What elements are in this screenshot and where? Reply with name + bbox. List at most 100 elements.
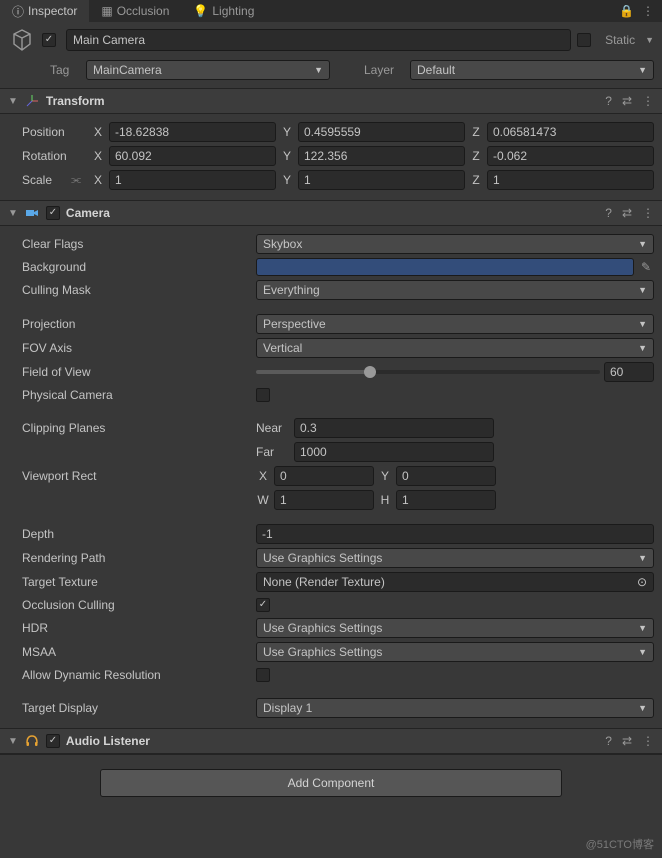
help-icon[interactable]: ?: [605, 734, 612, 748]
static-dropdown[interactable]: ▼: [645, 35, 654, 45]
clear-flags-value: Skybox: [263, 237, 302, 251]
vp-h-input[interactable]: [396, 490, 496, 510]
active-checkbox[interactable]: [42, 33, 56, 47]
culling-mask-label: Culling Mask: [8, 283, 256, 297]
axis-y: Y: [280, 173, 294, 187]
tab-occlusion[interactable]: ▦ Occlusion: [89, 0, 181, 22]
static-checkbox[interactable]: [577, 33, 591, 47]
foldout-icon[interactable]: ▼: [8, 96, 18, 107]
kebab-menu-icon[interactable]: ⋮: [642, 734, 654, 748]
eyedropper-icon[interactable]: ✎: [638, 260, 654, 274]
scale-x-input[interactable]: [109, 170, 276, 190]
msaa-dropdown[interactable]: Use Graphics Settings▼: [256, 642, 654, 662]
fov-slider[interactable]: [256, 370, 600, 374]
slider-thumb-icon[interactable]: [364, 366, 376, 378]
rotation-z-input[interactable]: [487, 146, 654, 166]
physical-camera-checkbox[interactable]: [256, 388, 270, 402]
rendering-path-dropdown[interactable]: Use Graphics Settings▼: [256, 548, 654, 568]
target-texture-field[interactable]: None (Render Texture)⊙: [256, 572, 654, 592]
foldout-icon[interactable]: ▼: [8, 208, 18, 219]
rendering-path-value: Use Graphics Settings: [263, 551, 382, 565]
near-label: Near: [256, 421, 290, 435]
hdr-dropdown[interactable]: Use Graphics Settings▼: [256, 618, 654, 638]
camera-enabled-checkbox[interactable]: [46, 206, 60, 220]
occlusion-icon: ▦: [101, 4, 112, 18]
vp-w-input[interactable]: [274, 490, 374, 510]
scale-y-input[interactable]: [298, 170, 465, 190]
headphones-icon: [24, 733, 40, 749]
rotation-y-input[interactable]: [298, 146, 465, 166]
help-icon[interactable]: ?: [605, 206, 612, 220]
vp-y-input[interactable]: [396, 466, 496, 486]
dynamic-resolution-checkbox[interactable]: [256, 668, 270, 682]
background-color-field[interactable]: [256, 258, 634, 276]
position-y-input[interactable]: [298, 122, 465, 142]
camera-body: Clear Flags Skybox▼ Background ✎ Culling…: [0, 226, 662, 728]
fov-axis-dropdown[interactable]: Vertical▼: [256, 338, 654, 358]
background-label: Background: [8, 260, 256, 274]
foldout-icon[interactable]: ▼: [8, 736, 18, 747]
rotation-x-input[interactable]: [109, 146, 276, 166]
culling-mask-dropdown[interactable]: Everything▼: [256, 280, 654, 300]
axis-x: X: [91, 149, 105, 163]
axis-y: Y: [280, 125, 294, 139]
help-icon[interactable]: ?: [605, 94, 612, 108]
preset-icon[interactable]: ⇄: [622, 94, 632, 108]
gameobject-icon[interactable]: [8, 26, 36, 54]
clear-flags-dropdown[interactable]: Skybox▼: [256, 234, 654, 254]
static-label: Static: [605, 33, 635, 47]
layer-value: Default: [417, 63, 455, 77]
preset-icon[interactable]: ⇄: [622, 734, 632, 748]
near-input[interactable]: [294, 418, 494, 438]
target-texture-label: Target Texture: [8, 575, 256, 589]
msaa-value: Use Graphics Settings: [263, 645, 382, 659]
position-label: Position: [8, 125, 91, 139]
target-display-dropdown[interactable]: Display 1▼: [256, 698, 654, 718]
camera-icon: [24, 205, 40, 221]
audio-listener-enabled-checkbox[interactable]: [46, 734, 60, 748]
lock-icon[interactable]: 🔒: [619, 4, 634, 18]
tab-inspector[interactable]: ⓘ Inspector: [0, 0, 89, 22]
msaa-label: MSAA: [8, 645, 256, 659]
axis-z: Z: [469, 149, 483, 163]
occlusion-culling-checkbox[interactable]: [256, 598, 270, 612]
tag-value: MainCamera: [93, 63, 162, 77]
position-z-input[interactable]: [487, 122, 654, 142]
camera-header[interactable]: ▼ Camera ? ⇄ ⋮: [0, 200, 662, 226]
transform-header[interactable]: ▼ Transform ? ⇄ ⋮: [0, 88, 662, 114]
fov-axis-value: Vertical: [263, 341, 302, 355]
camera-title: Camera: [66, 206, 110, 220]
transform-title: Transform: [46, 94, 105, 108]
object-picker-icon[interactable]: ⊙: [637, 575, 647, 589]
tab-lighting-label: Lighting: [212, 4, 254, 18]
depth-label: Depth: [8, 527, 256, 541]
kebab-menu-icon[interactable]: ⋮: [642, 94, 654, 108]
vp-y-label: Y: [378, 469, 392, 483]
clear-flags-label: Clear Flags: [8, 237, 256, 251]
lightbulb-icon: 💡: [193, 4, 208, 18]
kebab-menu-icon[interactable]: ⋮: [642, 206, 654, 220]
tab-lighting[interactable]: 💡 Lighting: [181, 0, 266, 22]
hdr-value: Use Graphics Settings: [263, 621, 382, 635]
vp-x-input[interactable]: [274, 466, 374, 486]
layer-label: Layer: [364, 63, 404, 77]
layer-dropdown[interactable]: Default▼: [410, 60, 654, 80]
kebab-menu-icon[interactable]: ⋮: [642, 4, 654, 18]
hdr-label: HDR: [8, 621, 256, 635]
depth-input[interactable]: [256, 524, 654, 544]
far-input[interactable]: [294, 442, 494, 462]
rendering-path-label: Rendering Path: [8, 551, 256, 565]
gameobject-name-input[interactable]: [66, 29, 571, 51]
preset-icon[interactable]: ⇄: [622, 206, 632, 220]
fov-value-input[interactable]: [604, 362, 654, 382]
constrain-proportions-icon[interactable]: ⫘: [71, 174, 81, 187]
audio-listener-header[interactable]: ▼ Audio Listener ? ⇄ ⋮: [0, 728, 662, 754]
target-display-value: Display 1: [263, 701, 312, 715]
scale-z-input[interactable]: [487, 170, 654, 190]
projection-value: Perspective: [263, 317, 326, 331]
physical-camera-label: Physical Camera: [8, 388, 256, 402]
add-component-button[interactable]: Add Component: [100, 769, 562, 797]
tag-dropdown[interactable]: MainCamera▼: [86, 60, 330, 80]
projection-dropdown[interactable]: Perspective▼: [256, 314, 654, 334]
position-x-input[interactable]: [109, 122, 276, 142]
